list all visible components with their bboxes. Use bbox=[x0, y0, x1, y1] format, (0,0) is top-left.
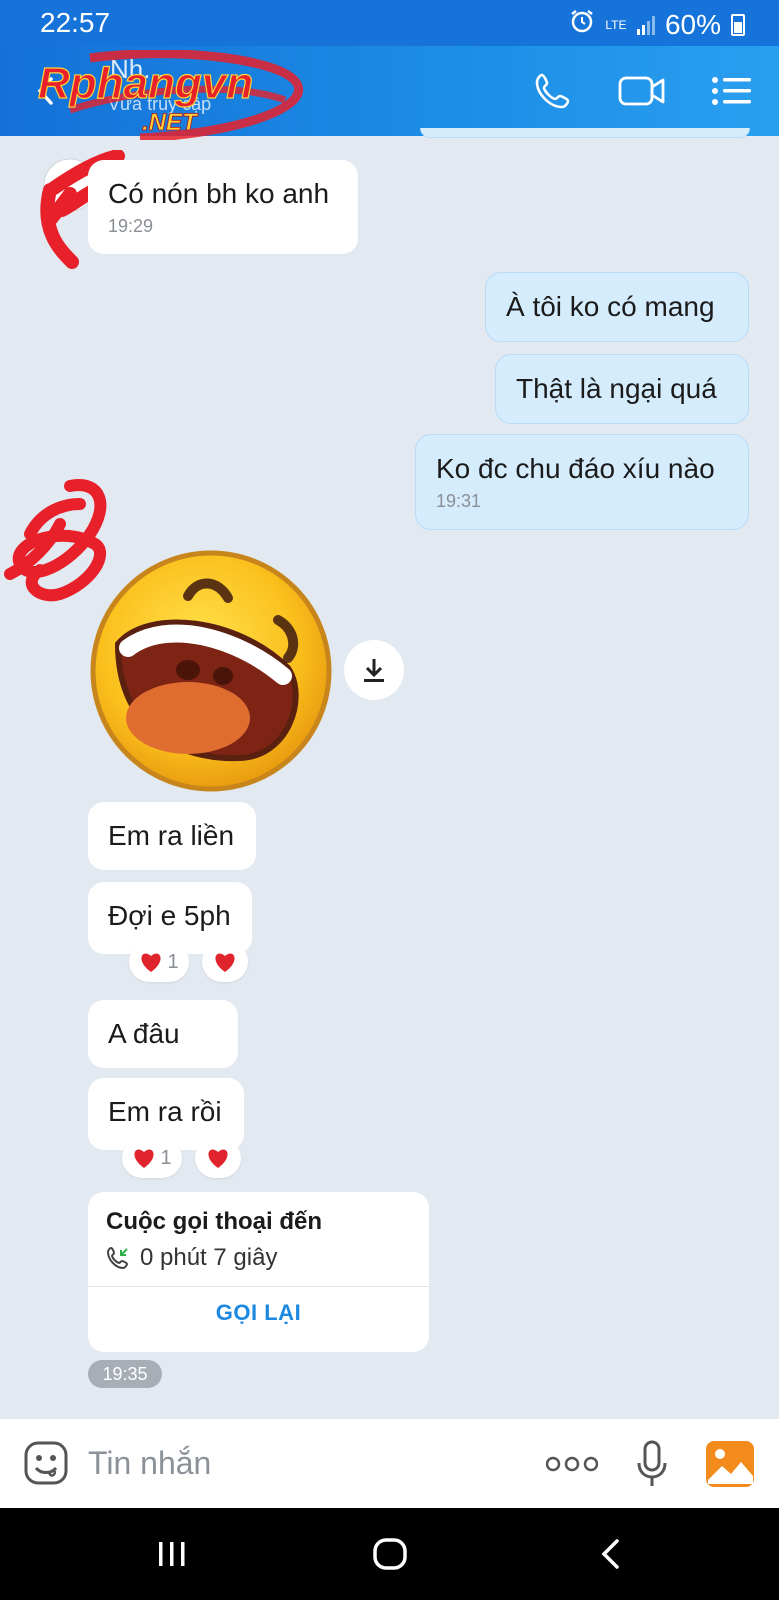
message-sent[interactable]: Ko đc chu đáo xíu nào 19:31 bbox=[415, 434, 749, 530]
previous-message-bubble bbox=[420, 128, 750, 138]
heart-icon bbox=[208, 1149, 228, 1168]
download-button[interactable] bbox=[344, 640, 404, 700]
signal-icon bbox=[636, 15, 655, 35]
message-input-bar: Tin nhắn bbox=[0, 1418, 779, 1508]
battery-level: 60% bbox=[664, 8, 721, 40]
heart-icon bbox=[141, 953, 161, 972]
watermark-logo: Rphangvn .NET bbox=[37, 50, 303, 140]
reaction-count: 1 bbox=[167, 950, 179, 973]
status-time: 22:57 bbox=[40, 7, 111, 38]
message-text: Thật là ngại quá bbox=[516, 373, 717, 404]
back-nav-icon[interactable] bbox=[580, 1532, 640, 1576]
reaction-count: 1 bbox=[160, 1146, 172, 1169]
message-text: À tôi ko có mang bbox=[506, 291, 715, 322]
more-options-icon[interactable] bbox=[546, 1449, 598, 1479]
home-icon[interactable] bbox=[360, 1532, 420, 1576]
message-time: 19:31 bbox=[436, 491, 482, 511]
svg-text:.NET: .NET bbox=[142, 109, 199, 136]
battery-icon bbox=[731, 13, 745, 36]
network-type: LTE bbox=[605, 17, 627, 32]
incoming-call-icon bbox=[106, 1246, 129, 1270]
system-nav-bar bbox=[0, 1508, 779, 1600]
reaction-summary[interactable]: 1 bbox=[129, 942, 189, 982]
image-icon[interactable] bbox=[704, 1439, 756, 1489]
svg-text:Rphangvn: Rphangvn bbox=[38, 59, 253, 108]
react-button[interactable] bbox=[202, 942, 248, 982]
react-button[interactable] bbox=[195, 1138, 241, 1178]
microphone-icon[interactable] bbox=[634, 1439, 670, 1489]
message-sent[interactable]: Thật là ngại quá bbox=[495, 354, 749, 424]
alarm-icon bbox=[569, 8, 595, 41]
message-text: Đợi e 5ph bbox=[108, 900, 231, 931]
sticker-icon[interactable] bbox=[22, 1439, 70, 1487]
download-icon bbox=[364, 659, 384, 682]
video-icon[interactable] bbox=[614, 66, 670, 116]
call-duration-row: 0 phút 7 giây bbox=[106, 1244, 277, 1272]
chat-header: Nh... Vừa truy cập Rphangvn .NET bbox=[0, 46, 779, 140]
heart-icon bbox=[134, 1149, 154, 1168]
recent-apps-icon[interactable] bbox=[142, 1532, 202, 1576]
message-text: Ko đc chu đáo xíu nào bbox=[436, 453, 715, 484]
reaction-summary[interactable]: 1 bbox=[122, 1138, 182, 1178]
status-bar: 22:57 LTE 60% bbox=[0, 0, 779, 46]
heart-icon bbox=[215, 953, 235, 972]
message-text: Có nón bh ko anh bbox=[108, 178, 330, 209]
message-time: 19:29 bbox=[108, 216, 154, 236]
call-back-button[interactable]: GỌI LẠI bbox=[88, 1300, 429, 1326]
message-time: 19:35 bbox=[88, 1360, 162, 1388]
laughing-face-sticker[interactable] bbox=[88, 548, 334, 794]
call-duration: 0 phút 7 giây bbox=[140, 1244, 278, 1271]
message-received[interactable]: Có nón bh ko anh 19:29 bbox=[88, 160, 358, 254]
call-title: Cuộc gọi thoại đến bbox=[106, 1208, 322, 1235]
status-indicators: LTE 60% bbox=[569, 8, 745, 41]
menu-icon[interactable] bbox=[704, 66, 760, 116]
message-received[interactable]: A đâu bbox=[88, 1000, 238, 1068]
phone-icon[interactable] bbox=[525, 66, 581, 116]
message-text: Em ra liền bbox=[108, 820, 235, 851]
message-received[interactable]: Em ra liền bbox=[88, 802, 256, 870]
message-text: A đâu bbox=[108, 1018, 180, 1049]
incoming-call-card: Cuộc gọi thoại đến 0 phút 7 giây GỌI LẠI bbox=[88, 1192, 429, 1352]
message-input[interactable]: Tin nhắn bbox=[88, 1445, 211, 1482]
message-text: Em ra rồi bbox=[108, 1096, 222, 1127]
message-sent[interactable]: À tôi ko có mang bbox=[485, 272, 749, 342]
divider bbox=[88, 1286, 429, 1287]
